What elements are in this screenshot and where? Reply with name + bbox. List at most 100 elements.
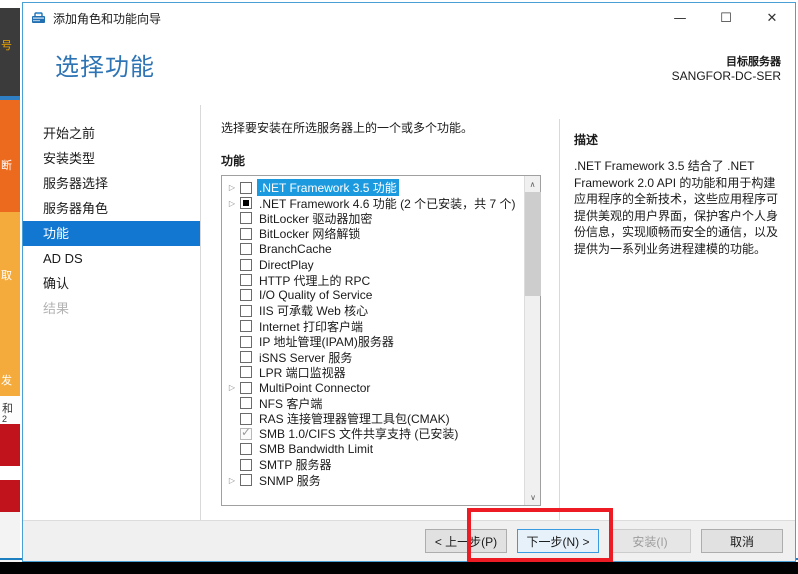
nav-item-7: 结果 bbox=[43, 301, 70, 316]
nav-item-0[interactable]: 开始之前 bbox=[23, 121, 200, 146]
scroll-down-icon[interactable]: ∨ bbox=[525, 489, 541, 505]
feature-checkbox[interactable] bbox=[240, 197, 252, 210]
feature-row[interactable]: RAS 连接管理器管理工具包(CMAK) bbox=[224, 411, 524, 426]
feature-checkbox[interactable] bbox=[240, 181, 252, 194]
feature-row[interactable]: IIS 可承载 Web 核心 bbox=[224, 303, 524, 318]
feature-label: I/O Quality of Service bbox=[259, 288, 373, 303]
feature-checkbox[interactable] bbox=[240, 243, 252, 256]
background-window-red-gap bbox=[0, 466, 20, 480]
feature-checkbox[interactable] bbox=[240, 258, 252, 271]
feature-row[interactable]: I/O Quality of Service bbox=[224, 288, 524, 303]
feature-label: LPR 端口监视器 bbox=[259, 365, 346, 380]
screen-bottom-edge bbox=[0, 562, 798, 574]
feature-checkbox[interactable] bbox=[240, 212, 252, 225]
feature-row[interactable]: ▷ .NET Framework 4.6 功能 (2 个已安装，共 7 个) bbox=[224, 195, 524, 211]
feature-label: SMB 1.0/CIFS 文件共享支持 (已安装) bbox=[259, 427, 459, 442]
feature-row[interactable]: ▷ MultiPoint Connector bbox=[224, 380, 524, 395]
feature-checkbox[interactable] bbox=[240, 289, 252, 302]
background-glyph-3: 取 bbox=[1, 269, 12, 282]
scrollbar-thumb[interactable] bbox=[525, 192, 541, 296]
feature-label: DirectPlay bbox=[259, 257, 314, 272]
description-text: .NET Framework 3.5 结合了 .NET Framework 2.… bbox=[574, 159, 779, 256]
nav-item-2[interactable]: 服务器选择 bbox=[23, 171, 200, 196]
feature-checkbox[interactable] bbox=[240, 350, 252, 363]
background-window-footer bbox=[0, 512, 20, 562]
feature-row[interactable]: SMTP 服务器 bbox=[224, 457, 524, 472]
background-window-amber-panel bbox=[0, 212, 20, 396]
feature-label: BitLocker 网络解锁 bbox=[259, 227, 361, 242]
feature-checkbox[interactable] bbox=[240, 458, 252, 471]
feature-label: SNMP 服务 bbox=[259, 473, 321, 488]
background-glyph-4: 发 bbox=[1, 374, 12, 387]
feature-row[interactable]: iSNS Server 服务 bbox=[224, 349, 524, 365]
target-server-block: 目标服务器 SANGFOR-DC-SER bbox=[672, 55, 781, 83]
features-scrollbar[interactable]: ∧ ∨ bbox=[524, 176, 541, 505]
cancel-button[interactable]: 取消 bbox=[701, 529, 783, 553]
background-window-header bbox=[0, 8, 20, 96]
feature-row[interactable]: ▷ .NET Framework 3.5 功能 bbox=[224, 179, 524, 197]
feature-row[interactable]: SMB Bandwidth Limit bbox=[224, 442, 524, 457]
features-tree-list[interactable]: ▷ .NET Framework 3.5 功能 ▷ .NET Framework 4.… bbox=[222, 176, 524, 505]
nav-item-5[interactable]: AD DS bbox=[23, 246, 200, 271]
feature-checkbox bbox=[240, 425, 252, 440]
main-content: 选择要安装在所选服务器上的一个或多个功能。 功能 ▷ .NET Framework… bbox=[201, 105, 795, 520]
instruction-text: 选择要安装在所选服务器上的一个或多个功能。 bbox=[221, 121, 474, 135]
feature-checkbox[interactable] bbox=[240, 274, 252, 287]
feature-checkbox[interactable] bbox=[240, 304, 252, 317]
dialog-header: 选择功能 目标服务器 SANGFOR-DC-SER bbox=[23, 33, 795, 105]
feature-row[interactable]: DirectPlay bbox=[224, 257, 524, 272]
wizard-navigation: 开始之前 安装类型 服务器选择 服务器角色 功能 AD DS 确认结果 bbox=[23, 105, 201, 520]
feature-checkbox[interactable] bbox=[240, 412, 252, 425]
nav-item-1[interactable]: 安装类型 bbox=[23, 146, 200, 171]
next-button[interactable]: 下一步(N) > bbox=[517, 529, 599, 553]
background-glyph-2: 断 bbox=[1, 159, 12, 172]
target-server-label: 目标服务器 bbox=[726, 56, 781, 68]
background-glyph-6: 2 bbox=[2, 414, 8, 424]
add-roles-and-features-wizard-dialog: 添加角色和功能向导 — ☐ ✕ 选择功能 目标服务器 SANGFOR-DC-SE… bbox=[22, 2, 796, 562]
expand-triangle-icon[interactable]: ▷ bbox=[224, 183, 240, 192]
scroll-up-icon[interactable]: ∧ bbox=[525, 176, 540, 192]
expand-triangle-icon[interactable]: ▷ bbox=[224, 199, 240, 208]
maximize-button[interactable]: ☐ bbox=[703, 3, 749, 33]
feature-row[interactable]: BitLocker 网络解锁 bbox=[224, 226, 524, 241]
description-title: 描述 bbox=[574, 133, 599, 147]
titlebar: 添加角色和功能向导 — ☐ ✕ bbox=[23, 3, 795, 33]
feature-row[interactable]: NFS 客户端 bbox=[224, 395, 524, 411]
feature-checkbox[interactable] bbox=[240, 474, 252, 487]
feature-row[interactable]: HTTP 代理上的 RPC bbox=[224, 272, 524, 288]
features-column: 选择要安装在所选服务器上的一个或多个功能。 功能 ▷ .NET Framework… bbox=[221, 119, 541, 520]
description-pane: 描述 .NET Framework 3.5 结合了 .NET Framework… bbox=[559, 119, 795, 520]
feature-checkbox[interactable] bbox=[240, 320, 252, 333]
expand-triangle-icon[interactable]: ▷ bbox=[224, 383, 240, 392]
nav-item-3[interactable]: 服务器角色 bbox=[23, 196, 200, 221]
previous-button[interactable]: < 上一步(P) bbox=[425, 529, 507, 553]
expand-triangle-icon[interactable]: ▷ bbox=[224, 476, 240, 485]
features-section-label: 功能 bbox=[221, 154, 246, 168]
feature-checkbox[interactable] bbox=[240, 227, 252, 240]
background-window-orange-panel bbox=[0, 100, 20, 212]
nav-item-6[interactable]: 确认 bbox=[23, 271, 200, 296]
feature-row[interactable]: SMB 1.0/CIFS 文件共享支持 (已安装) bbox=[224, 425, 524, 442]
feature-checkbox[interactable] bbox=[240, 366, 252, 379]
feature-label: MultiPoint Connector bbox=[259, 380, 371, 395]
minimize-button[interactable]: — bbox=[657, 3, 703, 33]
feature-row[interactable]: BitLocker 驱动器加密 bbox=[224, 211, 524, 226]
dialog-footer: < 上一步(P) 下一步(N) > 安装(I) 取消 bbox=[23, 521, 795, 561]
install-button: 安装(I) bbox=[609, 529, 691, 553]
feature-row[interactable]: BranchCache bbox=[224, 242, 524, 257]
feature-checkbox[interactable] bbox=[240, 397, 252, 410]
close-button[interactable]: ✕ bbox=[749, 3, 795, 33]
feature-row[interactable]: LPR 端口监视器 bbox=[224, 365, 524, 380]
feature-checkbox[interactable] bbox=[240, 381, 252, 394]
feature-label: HTTP 代理上的 RPC bbox=[259, 273, 371, 288]
feature-checkbox[interactable] bbox=[240, 335, 252, 348]
feature-row[interactable]: Internet 打印客户端 bbox=[224, 319, 524, 334]
page-title: 选择功能 bbox=[55, 54, 155, 81]
window-title: 添加角色和功能向导 bbox=[53, 11, 162, 26]
feature-row[interactable]: ▷ SNMP 服务 bbox=[224, 472, 524, 488]
features-tree-box[interactable]: ▷ .NET Framework 3.5 功能 ▷ .NET Framework 4.… bbox=[221, 175, 541, 506]
nav-item-4[interactable]: 功能 bbox=[23, 221, 200, 246]
feature-label: BranchCache bbox=[259, 242, 332, 257]
feature-row[interactable]: IP 地址管理(IPAM)服务器 bbox=[224, 334, 524, 349]
feature-checkbox[interactable] bbox=[240, 443, 252, 456]
